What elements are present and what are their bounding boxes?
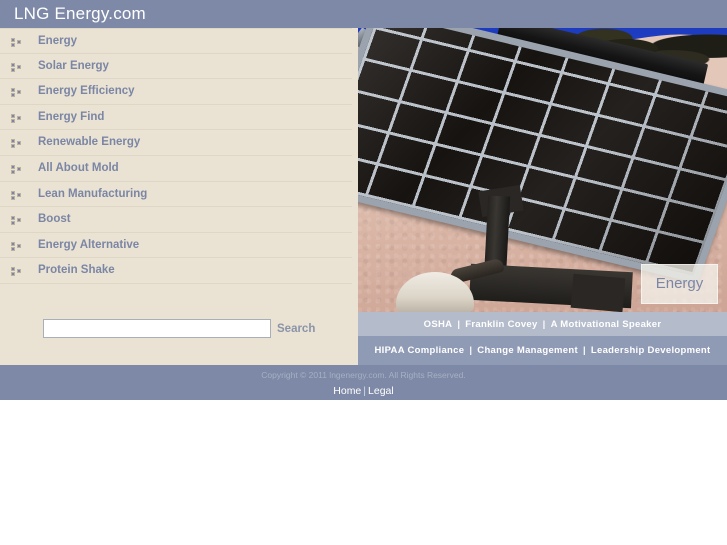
list-bullet-icon <box>11 62 22 72</box>
link-separator: | <box>582 345 586 356</box>
page-title: LNG Energy.com <box>14 4 146 23</box>
sidebar-item-label: Solar Energy <box>38 59 109 72</box>
photo-mount-base-2 <box>570 273 626 312</box>
link-band-top-inner: OSHA | Franklin Covey | A Motivational Speak… <box>424 319 662 330</box>
search-input[interactable] <box>43 319 271 338</box>
sidebar-item-label: Lean Manufacturing <box>38 187 148 200</box>
list-bullet-icon <box>11 190 22 200</box>
footer-link-separator: | <box>363 385 367 397</box>
link-separator: | <box>457 318 461 330</box>
list-bullet-icon <box>11 267 22 277</box>
link-band-bottom: HIPAA Compliance | Change Management | Leade… <box>358 336 727 365</box>
search-button[interactable]: Search <box>277 322 315 336</box>
sidebar-item-protein-shake[interactable]: Protein Shake <box>0 258 352 284</box>
site-footer: Copyright © 2011 lngenergy.com. All Righ… <box>0 365 727 400</box>
footer-links: Home | Legal <box>0 385 727 398</box>
sidebar-item-energy[interactable]: Energy <box>0 28 352 54</box>
link-separator: | <box>469 345 473 356</box>
sidebar-item-label: Energy <box>38 35 77 47</box>
sidebar-item-label: Energy Efficiency <box>38 85 135 98</box>
solar-panel-photo: Energy <box>358 28 727 312</box>
sidebar-item-label: Renewable Energy <box>38 136 141 149</box>
sidebar-item-renewable-energy[interactable]: Renewable Energy <box>0 130 352 156</box>
footer-link-osha[interactable]: OSHA <box>424 319 453 330</box>
sidebar-item-energy-find[interactable]: Energy Find <box>0 104 352 131</box>
sidebar-item-label: All About Mold <box>38 161 119 174</box>
sidebar-item-all-about-mold[interactable]: All About Mold <box>0 155 352 182</box>
sidebar-item-label: Boost <box>38 213 71 226</box>
list-bullet-icon <box>11 88 22 98</box>
page-root: LNG Energy.com Energy Solar Energy Energy … <box>0 0 727 545</box>
sidebar-item-label: Energy Find <box>38 110 105 123</box>
footer-link-hipaa-compliance[interactable]: HIPAA Compliance <box>375 345 465 356</box>
list-bullet-icon <box>11 241 22 251</box>
sidebar: Energy Solar Energy Energy Efficiency Energ… <box>0 28 358 365</box>
sidebar-item-label: Protein Shake <box>38 264 115 277</box>
footer-link-leadership-development[interactable]: Leadership Development <box>591 345 711 356</box>
footer-link-a-motivational-speaker[interactable]: A Motivational Speaker <box>551 319 662 330</box>
link-separator: | <box>542 318 546 330</box>
main-content: Energy Solar Energy Energy Efficiency Energ… <box>0 28 727 365</box>
link-band-bottom-inner: HIPAA Compliance | Change Management | Leade… <box>375 345 711 356</box>
right-column: Energy OSHA | Franklin Covey | A Motivationa… <box>358 28 727 365</box>
search-row: Search <box>0 312 352 365</box>
list-bullet-icon <box>11 113 22 123</box>
footer-link-change-management[interactable]: Change Management <box>477 345 578 356</box>
list-bullet-icon <box>11 139 22 149</box>
footer-link-franklin-covey[interactable]: Franklin Covey <box>465 319 537 330</box>
list-bullet-icon <box>11 38 22 47</box>
footer-link-legal[interactable]: Legal <box>368 385 394 397</box>
sidebar-item-energy-alternative[interactable]: Energy Alternative <box>0 232 352 259</box>
sidebar-nav-list: Energy Solar Energy Energy Efficiency Energ… <box>0 28 352 284</box>
energy-badge-label: Energy <box>655 275 704 292</box>
link-band-top: OSHA | Franklin Covey | A Motivational Speak… <box>358 312 727 336</box>
sidebar-item-energy-efficiency[interactable]: Energy Efficiency <box>0 79 352 105</box>
list-bullet-icon <box>11 164 22 174</box>
copyright-text: Copyright © 2011 lngenergy.com. All Righ… <box>261 370 466 380</box>
sidebar-item-label: Energy Alternative <box>38 238 140 251</box>
page-background-below <box>0 400 727 545</box>
list-bullet-icon <box>11 216 22 226</box>
footer-link-home[interactable]: Home <box>333 385 361 397</box>
sidebar-item-boost[interactable]: Boost <box>0 207 352 233</box>
energy-badge: Energy <box>641 264 718 304</box>
sidebar-item-lean-manufacturing[interactable]: Lean Manufacturing <box>0 181 352 208</box>
site-header: LNG Energy.com <box>0 0 727 28</box>
sidebar-item-solar-energy[interactable]: Solar Energy <box>0 53 352 80</box>
